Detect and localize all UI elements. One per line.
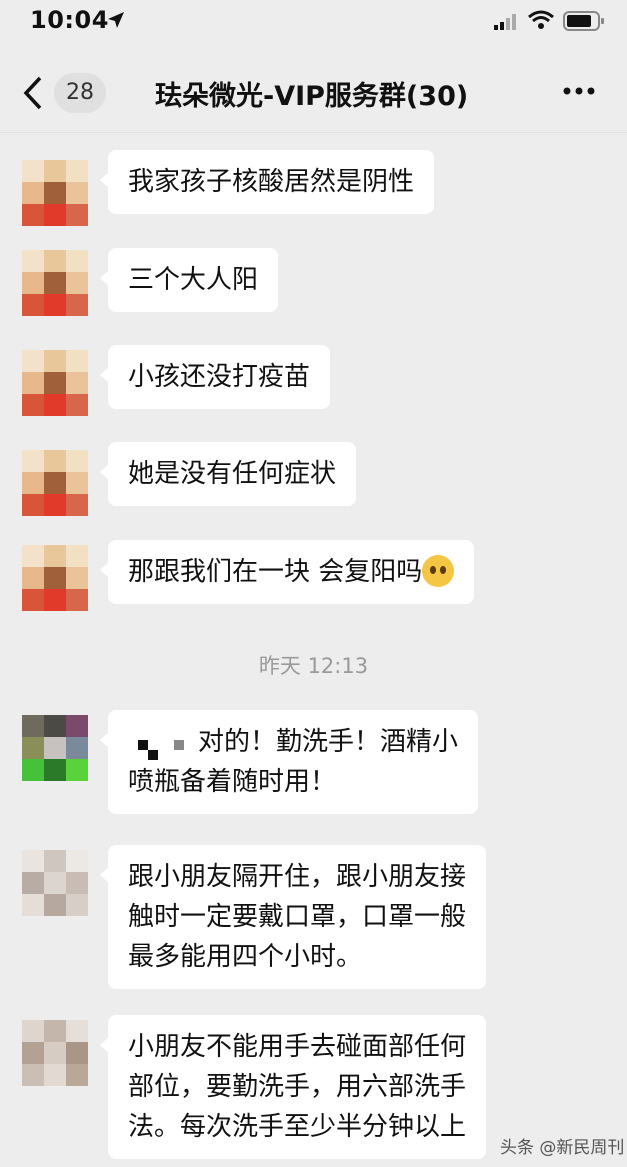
redacted-mention (128, 728, 198, 760)
location-arrow-icon (108, 12, 124, 28)
message-text-line: 触时一定要戴口罩，口罩一般 (128, 902, 467, 932)
avatar[interactable] (22, 1020, 88, 1086)
message-bubble[interactable]: 三个大人阳 (99, 248, 279, 312)
avatar[interactable] (22, 715, 88, 781)
chat-title: 珐朵微光-VIP服务群(30) (155, 81, 469, 112)
message-text-line: 最多能用四个小时。 (128, 942, 363, 972)
message-bubble[interactable]: 她是没有任何症状 (99, 442, 357, 506)
message-bubble[interactable]: 小孩还没打疫苗 (99, 345, 331, 409)
message-bubble[interactable]: 跟小朋友隔开住，跟小朋友接 触时一定要戴口罩，口罩一般 最多能用四个小时。 (99, 845, 487, 989)
message-text-line: 部位，要勤洗手，用六部洗手 (128, 1072, 467, 1102)
avatar[interactable] (22, 450, 88, 516)
more-options-icon[interactable] (562, 86, 596, 96)
message-bubble[interactable]: 那跟我们在一块 会复阳吗 (99, 540, 475, 604)
chat-timestamp: 昨天 12:13 (258, 654, 369, 678)
status-bar: 10:04 (0, 0, 627, 44)
message-bubble[interactable]: 小朋友不能用手去碰面部任何 部位，要勤洗手，用六部洗手 法。每次洗手至少半分钟以… (99, 1015, 487, 1159)
avatar[interactable] (22, 250, 88, 316)
chat-header: 28 珐朵微光-VIP服务群(30) (0, 52, 627, 133)
unread-count-badge[interactable]: 28 (54, 73, 106, 113)
message-text: 那跟我们在一块 会复阳吗 (128, 557, 423, 587)
avatar[interactable] (22, 350, 88, 416)
back-chevron-icon[interactable] (20, 74, 46, 112)
pleading-face-emoji-icon (422, 554, 455, 587)
avatar[interactable] (22, 160, 88, 226)
message-text-line: 法。每次洗手至少半分钟以上 (128, 1112, 467, 1142)
message-bubble[interactable]: 我家孩子核酸居然是阴性 (99, 150, 435, 214)
avatar[interactable] (22, 850, 88, 916)
signal-icon (494, 14, 516, 30)
wifi-icon (528, 10, 554, 29)
message-text-line: 小朋友不能用手去碰面部任何 (128, 1032, 467, 1062)
message-text-line: 跟小朋友隔开住，跟小朋友接 (128, 862, 467, 892)
status-time: 10:04 (30, 6, 109, 34)
message-text-line: 喷瓶备着随时用！ (128, 767, 337, 797)
battery-icon (563, 11, 604, 31)
message-bubble[interactable]: 对的！勤洗手！酒精小 喷瓶备着随时用！ (99, 710, 479, 814)
avatar[interactable] (22, 545, 88, 611)
source-watermark: 头条 @新民周刊 (500, 1138, 625, 1158)
message-text-line: 对的！勤洗手！酒精小 (198, 727, 459, 757)
